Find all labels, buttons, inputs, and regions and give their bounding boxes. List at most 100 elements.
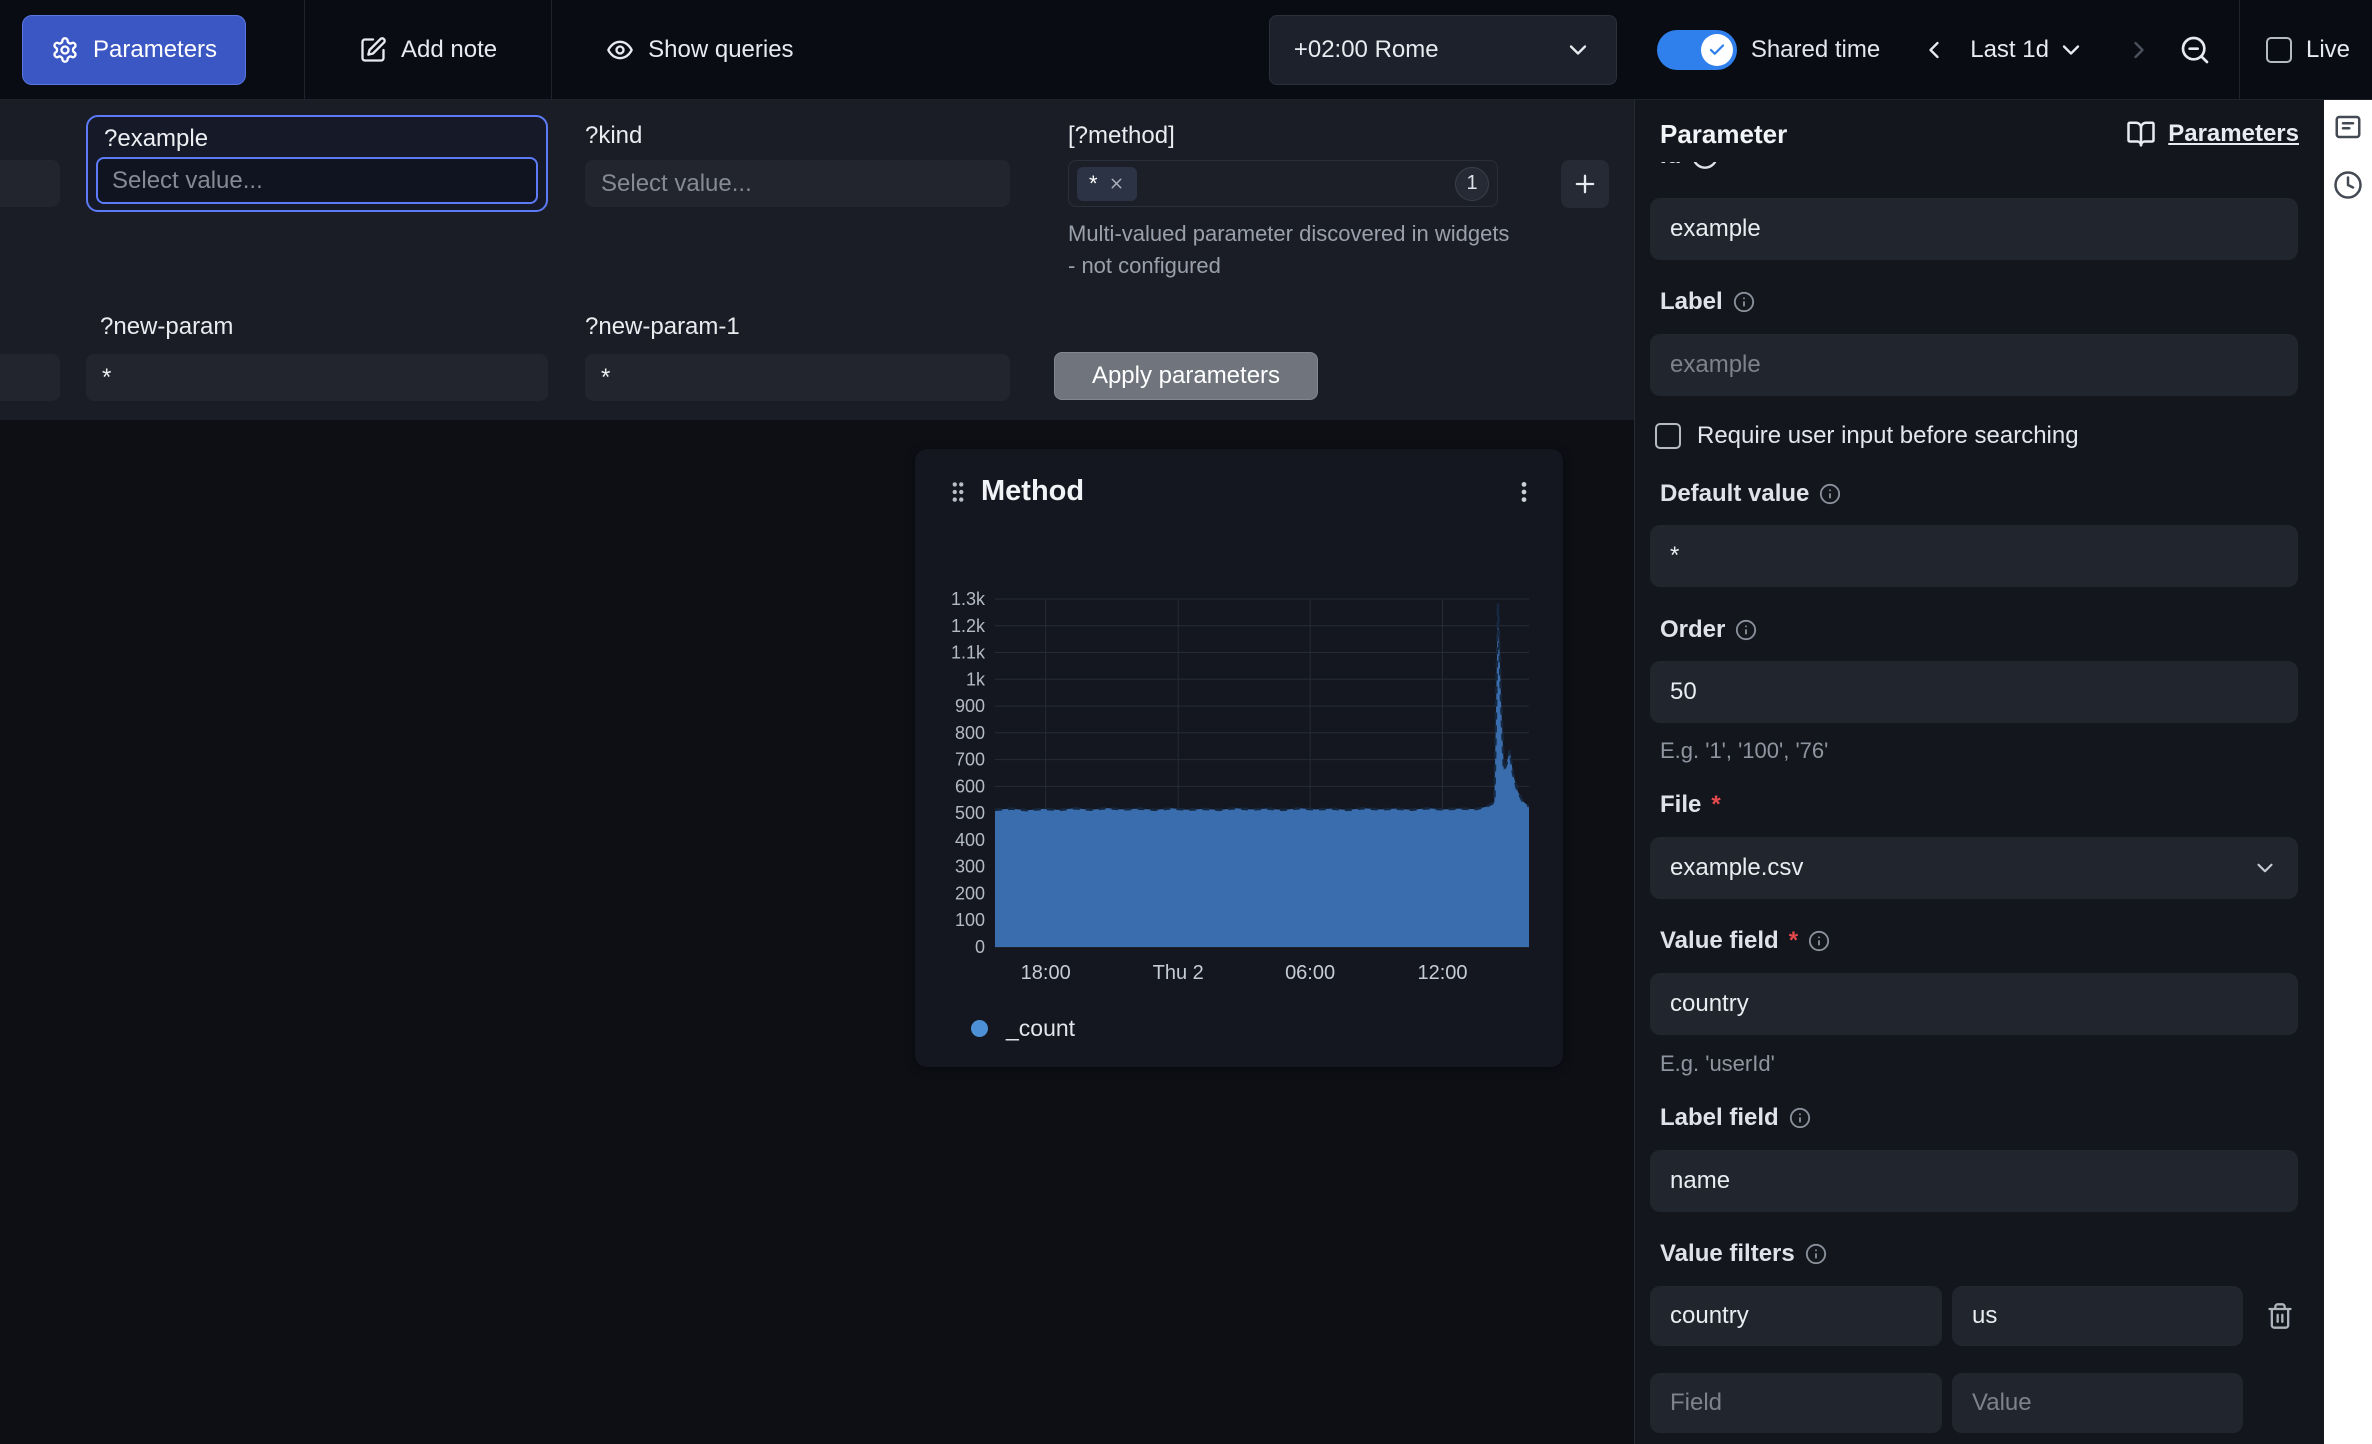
live-checkbox[interactable] <box>2266 37 2292 63</box>
svg-text:1k: 1k <box>966 669 986 689</box>
drag-handle[interactable] <box>945 477 971 507</box>
right-icon-strip <box>2324 100 2372 1444</box>
info-icon[interactable] <box>1808 930 1830 952</box>
param-kind-placeholder: Select value... <box>601 170 752 198</box>
id-input[interactable]: example <box>1650 198 2298 260</box>
timezone-select[interactable]: +02:00 Rome <box>1269 15 1617 85</box>
shared-time-label: Shared time <box>1751 36 1880 64</box>
label-field2-label: Label field <box>1660 1102 1811 1134</box>
param-example-placeholder: Select value... <box>112 167 263 195</box>
param-new1-input[interactable]: * <box>585 354 1010 401</box>
param-example-input[interactable]: Select value... <box>96 157 538 204</box>
svg-text:300: 300 <box>955 857 985 877</box>
default-value: * <box>1670 542 1679 570</box>
chevron-down-icon <box>1564 36 1592 64</box>
show-queries-label: Show queries <box>648 36 793 64</box>
shared-time-toggle[interactable] <box>1657 30 1737 70</box>
param-new-input[interactable]: * <box>86 354 548 401</box>
param-method-count-badge: 1 <box>1455 167 1489 201</box>
parameters-docs-link[interactable]: Parameters <box>2126 119 2299 149</box>
svg-text:400: 400 <box>955 830 985 850</box>
svg-text:800: 800 <box>955 723 985 743</box>
chevron-down-icon <box>2252 855 2278 881</box>
order-label: Order <box>1660 614 1757 646</box>
add-note-button[interactable]: Add note <box>305 0 551 100</box>
param-new-name: ?new-param <box>100 313 233 341</box>
filter-value-input-empty[interactable]: Value <box>1952 1373 2243 1433</box>
widget-title: Method <box>981 475 1084 508</box>
value-filters-label: Value filters <box>1660 1238 1827 1270</box>
value-field-label: Value field * <box>1660 925 1830 957</box>
method-widget: Method 01002003004005006007008009001k1.1… <box>915 449 1563 1067</box>
plus-icon <box>1571 170 1599 198</box>
chevron-down-icon <box>2057 36 2085 64</box>
svg-text:500: 500 <box>955 803 985 823</box>
eye-icon <box>606 36 634 64</box>
label-text: Order <box>1660 616 1725 644</box>
panel-header: Parameter Parameters <box>1660 110 2299 158</box>
clipped-param-input[interactable] <box>0 354 60 401</box>
history-clock-icon[interactable] <box>2333 170 2363 200</box>
parameters-button[interactable]: Parameters <box>22 15 246 85</box>
label-field2-input[interactable]: name <box>1650 1150 2298 1212</box>
default-value-input[interactable]: * <box>1650 525 2298 587</box>
time-forward-button[interactable] <box>2125 36 2153 64</box>
apply-parameters-button[interactable]: Apply parameters <box>1054 352 1318 400</box>
label-text: Label field <box>1660 1104 1779 1132</box>
param-example-name: ?example <box>96 123 538 157</box>
require-input-checkbox[interactable] <box>1655 423 1681 449</box>
filter-field-input-empty[interactable]: Field <box>1650 1373 1942 1433</box>
method-chart: 01002003004005006007008009001k1.1k1.2k1.… <box>915 559 1563 999</box>
svg-text:18:00: 18:00 <box>1021 962 1071 984</box>
panel-title: Parameter <box>1660 119 1787 150</box>
param-new1-name: ?new-param-1 <box>585 313 740 341</box>
widget-header: Method <box>915 449 1563 508</box>
info-icon[interactable] <box>1819 483 1841 505</box>
info-icon[interactable] <box>1789 1107 1811 1129</box>
close-icon[interactable] <box>1108 175 1125 192</box>
chevron-left-icon <box>1920 36 1948 64</box>
clipped-param-input[interactable] <box>0 160 60 207</box>
svg-text:600: 600 <box>955 776 985 796</box>
id-label-clipped: Id <box>1660 162 1719 180</box>
id-value: example <box>1670 215 1761 243</box>
chart-legend[interactable]: _count <box>971 1015 1075 1042</box>
zoom-out-button[interactable] <box>2179 34 2211 66</box>
properties-panel-icon[interactable] <box>2333 112 2363 142</box>
trash-icon <box>2266 1302 2294 1330</box>
toolbar: Parameters Add note Show queries +02:00 … <box>0 0 2372 100</box>
widget-menu-button[interactable] <box>1511 479 1537 505</box>
label-field-label: Label <box>1660 286 1755 318</box>
filter-field-value: country <box>1670 1302 1749 1330</box>
toggle-knob <box>1701 34 1733 66</box>
label-text: Label <box>1660 288 1723 316</box>
param-kind-input[interactable]: Select value... <box>585 160 1010 207</box>
show-queries-button[interactable]: Show queries <box>552 0 847 100</box>
info-icon[interactable] <box>1805 1243 1827 1265</box>
legend-label: _count <box>1006 1015 1075 1042</box>
file-select[interactable]: example.csv <box>1650 837 2298 899</box>
order-helper: E.g. '1', '100', '76' <box>1660 738 1828 764</box>
time-back-button[interactable] <box>1920 36 1948 64</box>
time-range-button[interactable]: Last 1d <box>1970 36 2085 64</box>
label-input[interactable]: example <box>1650 334 2298 396</box>
value-field-value: country <box>1670 990 1749 1018</box>
filter-value-input[interactable]: us <box>1952 1286 2243 1346</box>
id-label: Id <box>1660 162 1681 170</box>
info-icon[interactable] <box>1733 291 1755 313</box>
param-example-control: ?example Select value... <box>86 115 548 212</box>
add-parameter-button[interactable] <box>1561 160 1609 208</box>
svg-text:06:00: 06:00 <box>1285 962 1335 984</box>
filter-delete-button[interactable] <box>2263 1286 2297 1346</box>
order-input[interactable]: 50 <box>1650 661 2298 723</box>
value-field-helper: E.g. 'userId' <box>1660 1051 1775 1077</box>
info-icon[interactable] <box>1735 619 1757 641</box>
filter-field-input[interactable]: country <box>1650 1286 1942 1346</box>
require-input-row: Require user input before searching <box>1655 422 2079 450</box>
svg-text:12:00: 12:00 <box>1417 962 1467 984</box>
svg-text:Thu 2: Thu 2 <box>1153 962 1204 984</box>
param-method-input[interactable]: * 1 <box>1068 160 1498 207</box>
param-new-value: * <box>102 364 111 392</box>
svg-text:1.1k: 1.1k <box>951 643 986 663</box>
value-field-input[interactable]: country <box>1650 973 2298 1035</box>
